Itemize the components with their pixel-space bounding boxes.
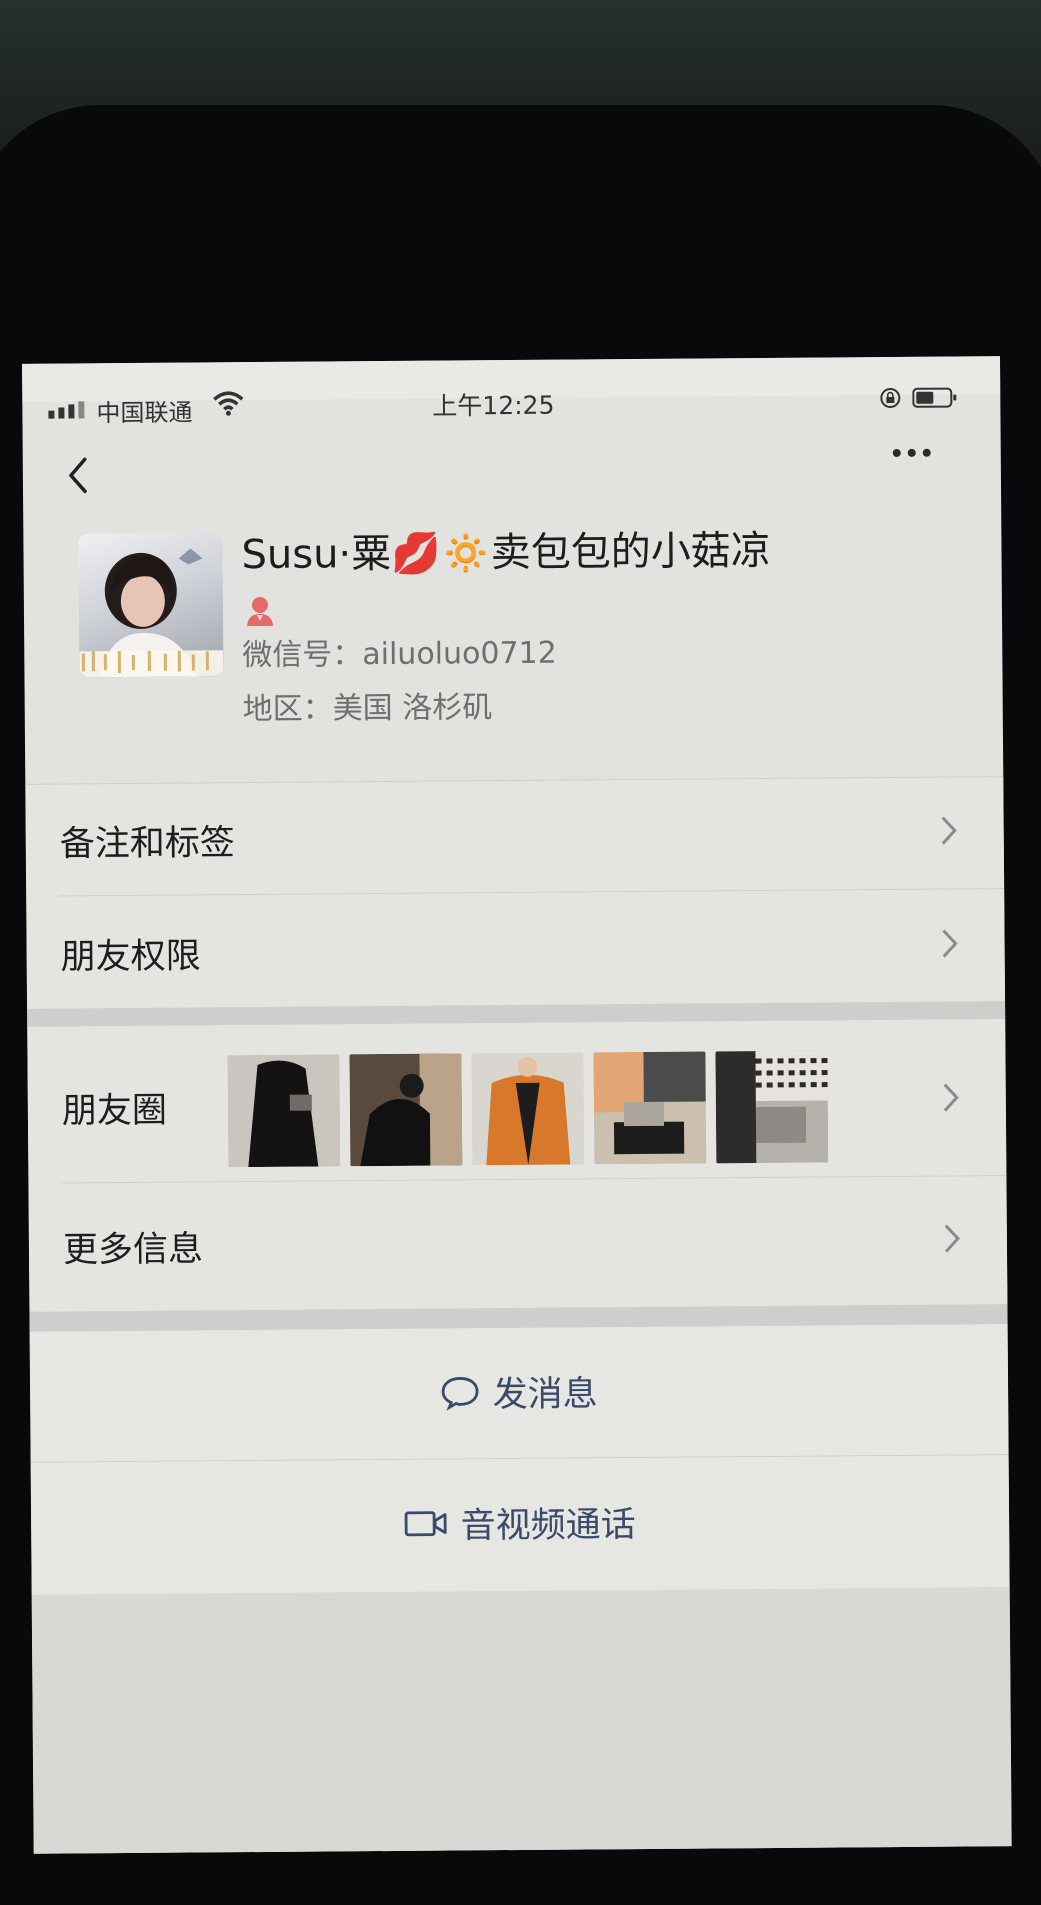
carrier-name: 中国联通 — [96, 398, 193, 428]
moments-thumbnails[interactable] — [227, 1050, 829, 1168]
send-message-label: 发消息 — [492, 1374, 598, 1416]
status-bar: 中国联通 上午12:25 — [22, 356, 1001, 434]
chevron-right-icon — [942, 929, 958, 958]
signal-icon — [48, 401, 85, 419]
chevron-right-icon — [941, 816, 957, 845]
moments-thumbnail[interactable] — [715, 1050, 829, 1164]
bottom-background — [31, 1587, 1012, 1854]
rotation-lock-icon — [880, 388, 901, 409]
send-message-content: 发消息 — [30, 1362, 1008, 1421]
moments-thumbnail[interactable] — [349, 1053, 463, 1167]
region: 地区：美国 洛杉矶 — [242, 690, 493, 728]
video-call-content: 音视频通话 — [31, 1493, 1009, 1552]
phone-screen: 中国联通 上午12:25 Susu·粟💋🔅卖包包的小菇凉 微信号：ailuolu… — [22, 356, 1012, 1854]
status-time: 上午12:25 — [432, 390, 555, 421]
back-icon[interactable] — [63, 453, 93, 497]
divider — [25, 776, 1004, 785]
more-icon[interactable] — [892, 448, 931, 458]
moments-row[interactable]: 朋友圈 — [27, 1019, 1007, 1183]
moments-thumbnail[interactable] — [471, 1052, 585, 1166]
chevron-right-icon — [944, 1224, 960, 1253]
avatar-image — [79, 548, 224, 678]
moments-thumbnail[interactable] — [227, 1054, 341, 1168]
remarks-tags-row[interactable]: 备注和标签 — [25, 776, 1005, 896]
chat-bubble-icon — [442, 1376, 479, 1411]
remarks-tags-label: 备注和标签 — [59, 823, 235, 865]
gender-female-icon — [247, 596, 274, 627]
battery-icon — [912, 387, 957, 408]
moments-thumbnail[interactable] — [593, 1051, 707, 1165]
video-call-label: 音视频通话 — [460, 1505, 636, 1547]
chevron-right-icon — [943, 1083, 959, 1112]
wifi-icon — [213, 391, 244, 416]
friend-permissions-row[interactable]: 朋友权限 — [26, 889, 1006, 1009]
wechat-id: 微信号：ailuoluo0712 — [242, 635, 557, 674]
video-call-button[interactable]: 音视频通话 — [30, 1455, 1010, 1595]
avatar[interactable] — [78, 532, 224, 678]
video-camera-icon — [405, 1510, 448, 1536]
more-info-label: 更多信息 — [62, 1229, 204, 1271]
send-message-button[interactable]: 发消息 — [29, 1324, 1009, 1462]
more-info-row[interactable]: 更多信息 — [28, 1176, 1008, 1312]
moments-label: 朋友圈 — [61, 1090, 168, 1132]
friend-permissions-label: 朋友权限 — [60, 936, 201, 978]
nickname: Susu·粟💋🔅卖包包的小菇凉 — [241, 527, 771, 579]
